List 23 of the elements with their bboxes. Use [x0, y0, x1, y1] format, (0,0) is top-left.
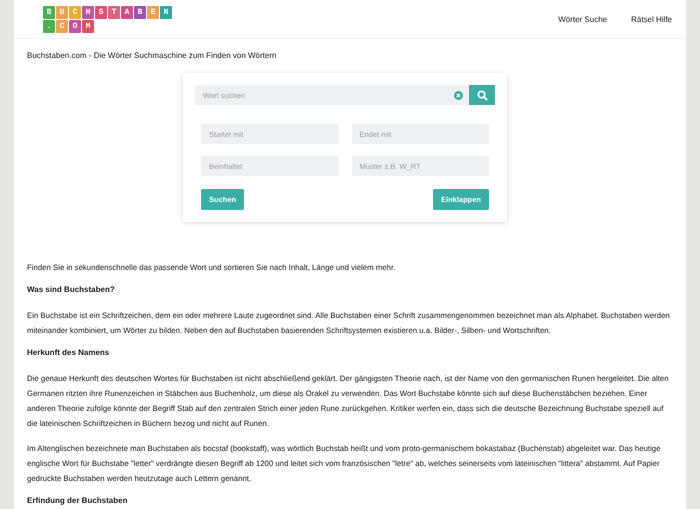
logo-tile: B [134, 6, 146, 19]
logo-tile: H [82, 6, 94, 19]
logo-tile: T [108, 6, 120, 19]
logo-tile: A [121, 6, 133, 19]
logo-tile: B [43, 6, 55, 19]
section-heading: Herkunft des Namens [27, 348, 110, 357]
logo-tile: U [56, 6, 68, 19]
page-subtitle: Buchstaben.com - Die Wörter Suchmaschine zum Finden von Wörtern [26, 50, 278, 60]
section-heading: Was sind Buchstaben? [27, 285, 116, 294]
nav-link[interactable]: Rätsel Hilfe [631, 14, 672, 24]
logo-tile: E [147, 6, 159, 19]
nav-link[interactable]: Wörter Suche [558, 14, 608, 24]
logo-tile: N [160, 6, 172, 19]
clear-icon[interactable] [454, 90, 463, 100]
logo-tile: C [56, 20, 68, 33]
search-icon [476, 90, 488, 100]
logo-tile: M [82, 20, 94, 33]
logo-tile: O [69, 20, 81, 33]
search-button[interactable] [469, 85, 495, 105]
section-heading: Erfindung der Buchstaben [27, 496, 128, 505]
logo-tile: . [43, 20, 55, 33]
logo-tile: S [95, 6, 107, 19]
logo-tile: C [69, 6, 81, 19]
